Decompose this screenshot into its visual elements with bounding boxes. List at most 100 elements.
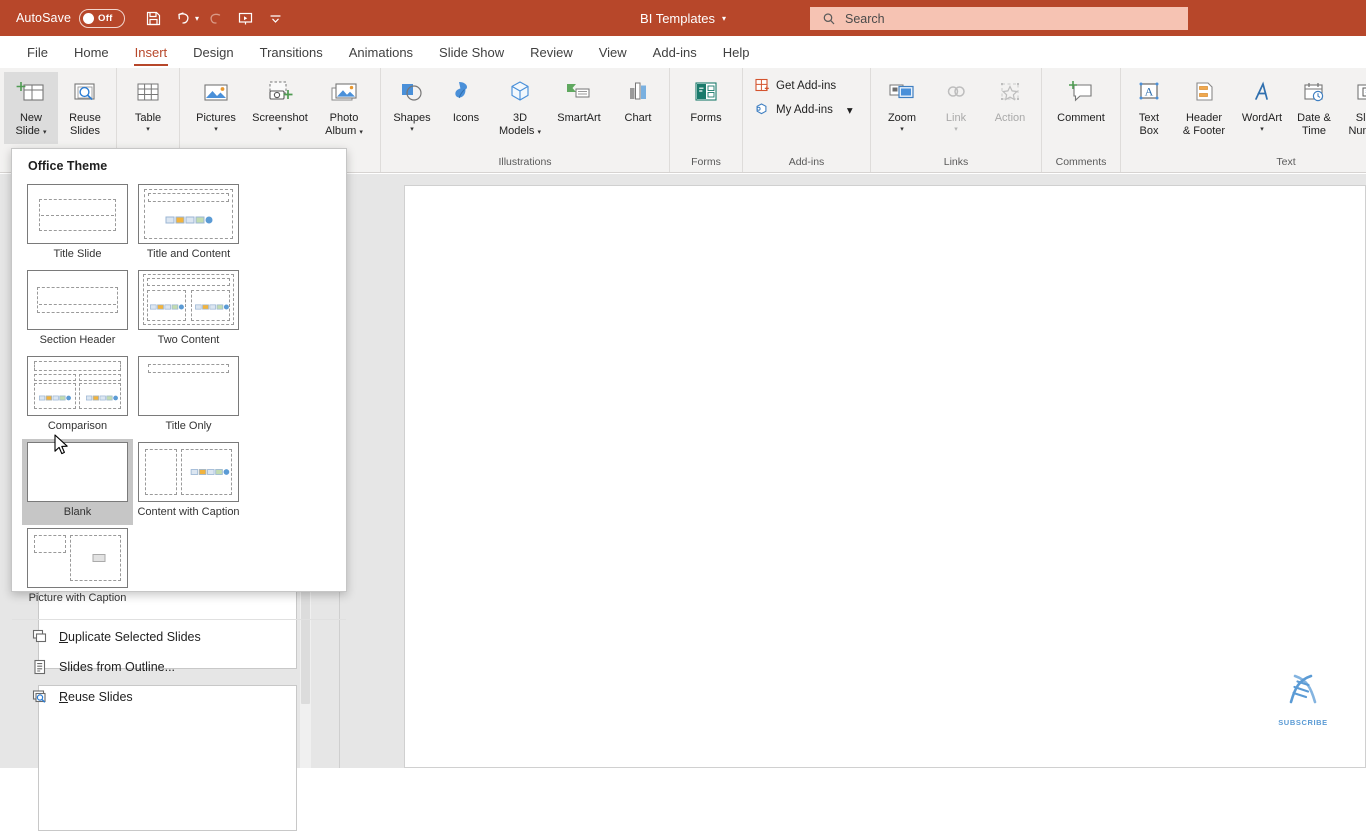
layout-thumbnail — [138, 442, 239, 502]
slide-number-label-line1: Slide — [1355, 112, 1366, 124]
photo-album-button[interactable]: Photo Album ▾ — [312, 72, 376, 144]
menu-divider — [12, 619, 346, 620]
pictures-button[interactable]: Pictures ▾ — [184, 72, 248, 144]
chevron-down-icon[interactable]: ▾ — [410, 125, 414, 134]
dna-helix-icon — [1289, 674, 1317, 704]
chevron-down-icon[interactable]: ▾ — [43, 129, 47, 136]
chevron-down-icon[interactable]: ▾ — [278, 125, 282, 134]
layout-title-and-content[interactable]: Title and Content — [133, 181, 244, 267]
3d-models-button[interactable]: 3D Models ▾ — [493, 72, 547, 144]
link-button[interactable]: Link ▾ — [929, 72, 983, 144]
smartart-icon — [563, 76, 595, 110]
layout-blank[interactable]: Blank — [22, 439, 133, 525]
autosave-toggle[interactable]: Off — [79, 8, 126, 28]
forms-label: Forms — [690, 112, 722, 124]
reuse-slides-icon — [31, 689, 48, 705]
slide-number-button[interactable]: # Slide Number — [1339, 72, 1366, 144]
chevron-down-icon[interactable]: ▾ — [359, 129, 363, 136]
new-slide-button[interactable]: New Slide ▾ — [4, 72, 58, 144]
layout-title-only[interactable]: Title Only — [133, 353, 244, 439]
chevron-down-icon[interactable]: ▾ — [146, 125, 150, 134]
icons-label: Icons — [452, 112, 480, 124]
get-add-ins-button[interactable]: Get Add-ins — [755, 78, 853, 93]
tab-transitions[interactable]: Transitions — [247, 36, 336, 68]
ribbon-group-illustrations: Shapes ▾ Icons 3D Models ▾ SmartArt Char… — [380, 68, 669, 172]
chevron-down-icon[interactable]: ▾ — [538, 129, 542, 136]
shapes-button[interactable]: Shapes ▾ — [385, 72, 439, 144]
screenshot-button[interactable]: Screenshot ▾ — [248, 72, 312, 144]
layout-content-with-caption[interactable]: Content with Caption — [133, 439, 244, 525]
layout-label: Comparison — [47, 420, 108, 432]
date-time-button[interactable]: Date & Time — [1289, 72, 1339, 144]
chart-button[interactable]: Chart — [611, 72, 665, 144]
table-button[interactable]: Table ▾ — [121, 72, 175, 144]
layout-section-header[interactable]: Section Header — [22, 267, 133, 353]
date-time-icon — [1299, 76, 1329, 110]
icons-button[interactable]: Icons — [439, 72, 493, 144]
redo-icon[interactable] — [201, 4, 229, 32]
tab-file[interactable]: File — [14, 36, 61, 68]
link-icon — [941, 76, 971, 110]
mnemonic-letter: D — [59, 630, 69, 644]
action-button[interactable]: Action — [983, 72, 1037, 144]
layout-thumbnail — [27, 528, 128, 588]
autosave-label: AutoSave — [16, 11, 72, 25]
chart-label: Chart — [624, 112, 652, 124]
layout-label: Content with Caption — [137, 506, 240, 518]
present-icon[interactable] — [231, 4, 259, 32]
tab-view[interactable]: View — [586, 36, 640, 68]
tab-home[interactable]: Home — [61, 36, 122, 68]
chevron-down-icon[interactable]: ▾ — [1260, 125, 1264, 134]
tab-help[interactable]: Help — [710, 36, 763, 68]
search-placeholder: Search — [845, 11, 885, 26]
tab-review[interactable]: Review — [517, 36, 586, 68]
autosave-control[interactable]: AutoSave Off — [16, 8, 126, 28]
command-label: Reuse Slides — [59, 690, 133, 704]
action-label: Action — [994, 112, 1026, 124]
chevron-down-icon[interactable]: ▾ — [214, 125, 218, 134]
reuse-slides-command[interactable]: Reuse Slides — [12, 682, 346, 712]
layout-title-slide[interactable]: Title Slide — [22, 181, 133, 267]
tab-insert[interactable]: Insert — [122, 36, 181, 68]
shapes-label: Shapes — [393, 112, 431, 124]
tab-design[interactable]: Design — [180, 36, 246, 68]
text-box-button[interactable]: A Text Box — [1125, 72, 1173, 144]
layout-two-content[interactable]: Two Content — [133, 267, 244, 353]
date-time-label-line1: Date & — [1297, 112, 1331, 124]
my-add-ins-button[interactable]: My Add-ins ▾ — [755, 102, 853, 117]
comment-icon — [1065, 76, 1097, 110]
tab-add-ins[interactable]: Add-ins — [640, 36, 710, 68]
tab-animations[interactable]: Animations — [336, 36, 426, 68]
layout-picture-with-caption[interactable]: Picture with Caption — [22, 525, 133, 611]
chevron-down-icon[interactable]: ▾ — [900, 125, 904, 134]
search-input[interactable]: Search — [810, 7, 1188, 30]
duplicate-selected-slides-command[interactable]: Duplicate Selected Slides — [12, 622, 346, 652]
layout-comparison[interactable]: Comparison — [22, 353, 133, 439]
ribbon-group-add-ins: Get Add-ins My Add-ins ▾ Add-ins — [742, 68, 870, 172]
header-footer-icon — [1189, 76, 1219, 110]
slide-canvas[interactable] — [404, 185, 1366, 768]
save-icon[interactable] — [139, 4, 167, 32]
comment-button[interactable]: Comment — [1046, 72, 1116, 144]
ribbon-group-label-illustrations: Illustrations — [498, 156, 552, 168]
chevron-down-icon[interactable]: ▾ — [847, 103, 853, 117]
text-box-icon: A — [1134, 76, 1164, 110]
undo-icon[interactable] — [169, 4, 197, 32]
undo-dropdown-icon[interactable]: ▾ — [195, 14, 199, 23]
reuse-slides-button[interactable]: Reuse Slides — [58, 72, 112, 144]
document-title-dropdown-icon[interactable]: ▾ — [722, 14, 726, 23]
wordart-label: WordArt — [1241, 112, 1283, 124]
header-footer-button[interactable]: Header & Footer — [1173, 72, 1235, 144]
smartart-button[interactable]: SmartArt — [547, 72, 611, 144]
customize-qat-icon[interactable] — [261, 4, 289, 32]
chevron-down-icon[interactable]: ▾ — [954, 125, 958, 134]
zoom-button[interactable]: Zoom ▾ — [875, 72, 929, 144]
autosave-state: Off — [98, 12, 113, 24]
wordart-button[interactable]: WordArt ▾ — [1235, 72, 1289, 144]
layout-label: Picture with Caption — [28, 592, 127, 604]
shapes-icon — [397, 76, 427, 110]
tab-slide-show[interactable]: Slide Show — [426, 36, 517, 68]
slides-from-outline-command[interactable]: Slides from Outline... — [12, 652, 346, 682]
new-slide-label-line2: Slide ▾ — [15, 124, 47, 137]
forms-button[interactable]: Forms — [674, 72, 738, 144]
